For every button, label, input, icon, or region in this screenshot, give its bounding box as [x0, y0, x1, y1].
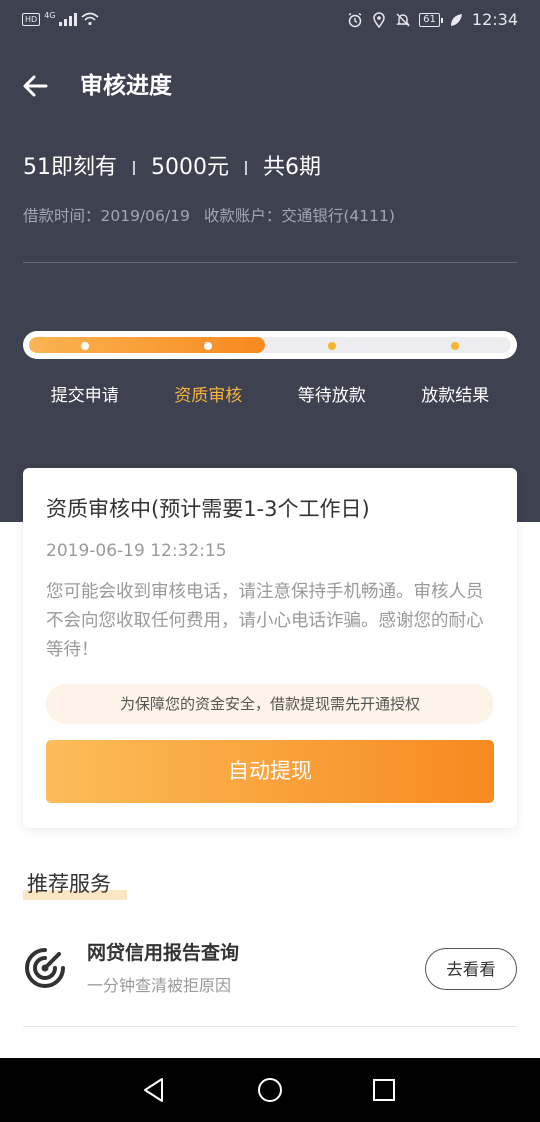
status-bar: HD 4G 61 12:34	[0, 0, 540, 42]
signal-icon	[59, 12, 78, 26]
status-card: 资质审核中(预计需要1-3个工作日) 2019-06-19 12:32:15 您…	[23, 468, 517, 828]
battery-icon: 61	[419, 12, 443, 27]
loan-amount: 5000元	[151, 155, 229, 180]
clock-time: 12:34	[471, 10, 518, 29]
progress-fill	[29, 337, 265, 353]
loan-meta: 借款时间：2019/06/19 收款账户：交通银行(4111)	[23, 204, 395, 228]
signal-type: 4G	[44, 10, 56, 20]
navigation-bar	[0, 1058, 540, 1122]
recommend-item[interactable]: 网贷信用报告查询 一分钟查清被拒原因 去看看	[23, 934, 517, 1026]
network-badge: HD	[22, 12, 41, 26]
step-label: 提交申请	[50, 386, 119, 406]
location-icon	[373, 11, 385, 28]
security-notice: 为保障您的资金安全，借款提现需先开通授权	[46, 684, 494, 724]
recommend-title: 推荐服务	[27, 872, 111, 896]
step-label: 资质审核	[174, 386, 243, 406]
borrow-time: 借款时间：2019/06/19	[23, 207, 190, 225]
progress-step-dot	[80, 342, 89, 350]
separator	[133, 161, 135, 175]
view-button[interactable]: 去看看	[425, 948, 517, 990]
home-circle-icon[interactable]	[254, 1074, 286, 1106]
alarm-icon	[348, 12, 362, 27]
divider	[23, 1026, 517, 1027]
recents-square-icon[interactable]	[368, 1074, 400, 1106]
status-title: 资质审核中(预计需要1-3个工作日)	[46, 497, 370, 521]
arrow-left-icon[interactable]	[20, 70, 52, 102]
status-left: HD 4G	[22, 10, 100, 26]
progress-bar	[23, 331, 517, 359]
radar-icon	[25, 948, 65, 988]
step-label: 放款结果	[421, 386, 490, 406]
mute-icon	[396, 13, 410, 26]
step-labels: 提交申请 资质审核 等待放款 放款结果	[23, 382, 517, 410]
recommend-item-name: 网贷信用报告查询	[87, 942, 240, 964]
step-label: 等待放款	[297, 386, 366, 406]
progress-step-dot	[327, 342, 336, 350]
recommend-item-subtitle: 一分钟查清被拒原因	[87, 976, 232, 995]
separator	[245, 161, 247, 175]
wifi-icon	[81, 12, 100, 26]
divider	[23, 262, 517, 263]
status-time: 2019-06-19 12:32:15	[46, 541, 227, 561]
progress-track-inner	[29, 337, 511, 353]
loan-summary: 51即刻有 5000元 共6期	[23, 152, 321, 184]
progress-step-dot	[451, 342, 460, 350]
status-right: 61 12:34	[347, 10, 518, 29]
title-bar: 审核进度	[0, 58, 540, 114]
loan-product: 51即刻有	[23, 155, 117, 180]
auto-withdraw-button[interactable]: 自动提现	[46, 740, 494, 803]
page-title: 审核进度	[80, 73, 172, 99]
recommend-section-header: 推荐服务	[23, 868, 127, 900]
receive-account: 收款账户：交通银行(4111)	[203, 207, 395, 225]
loan-periods: 共6期	[263, 155, 321, 180]
leaf-icon	[450, 13, 462, 26]
back-triangle-icon[interactable]	[138, 1074, 170, 1106]
status-description: 您可能会收到审核电话，请注意保持手机畅通。审核人员不会向您收取任何费用，请小心电…	[46, 582, 484, 660]
